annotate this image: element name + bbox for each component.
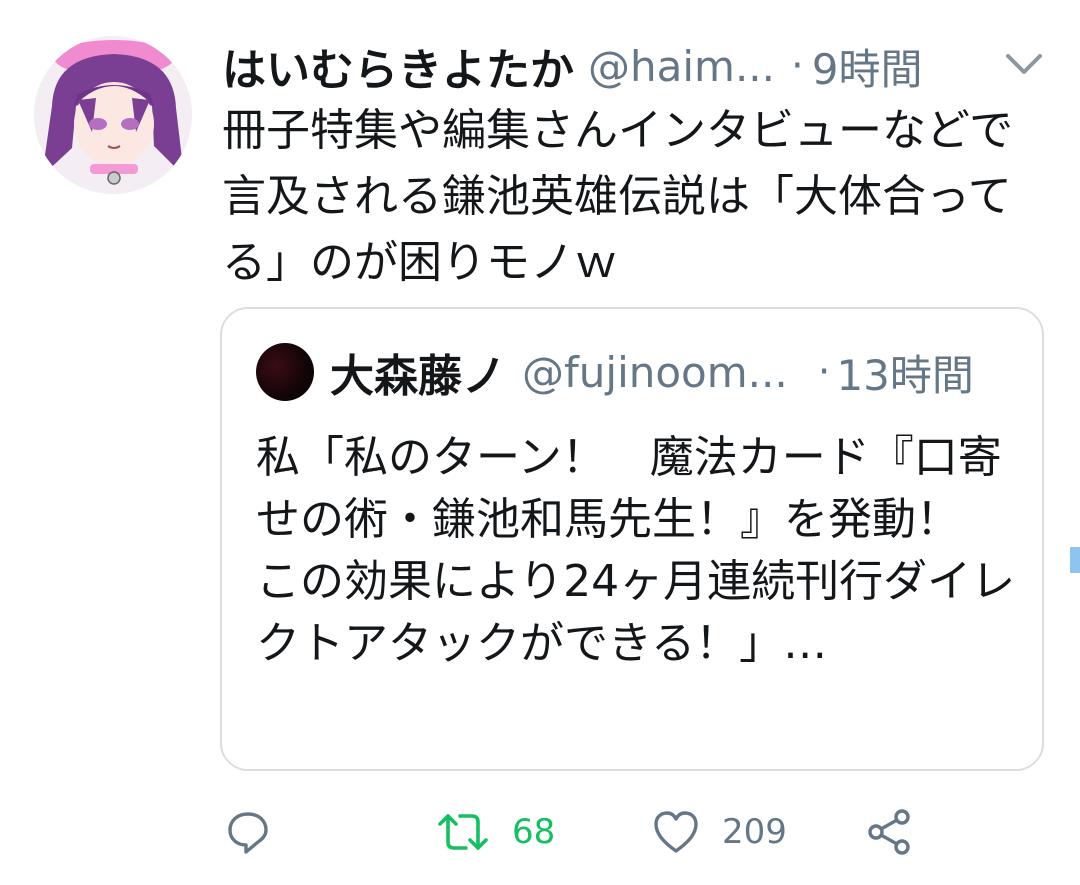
tweet-actions: 68 209 (220, 800, 920, 864)
quoted-tweet-card[interactable]: 大森藤ノ @fujinoom... · 13時間 私「私のターン！ 魔法カード『… (220, 307, 1044, 771)
quoted-tweet-timestamp: 13時間 (836, 350, 974, 400)
like-count: 209 (722, 812, 787, 852)
chevron-down-icon[interactable] (1002, 50, 1046, 80)
reply-button[interactable] (224, 800, 272, 864)
retweet-icon (436, 808, 490, 856)
quoted-author-avatar (256, 343, 314, 401)
author-name[interactable]: はいむらきよたか (222, 34, 574, 98)
scroll-indicator (1070, 547, 1080, 573)
tweet-text: 冊子特集や編集さんインタビューなどで言及される鎌池英雄伝説は「大体合ってる」のが… (222, 105, 1014, 288)
quoted-separator-dot: · (817, 349, 831, 395)
like-button[interactable]: 209 (652, 800, 787, 864)
separator-dot: · (791, 43, 804, 89)
tweet-header: はいむらきよたか @haim... · 9時間 (222, 34, 1056, 98)
share-icon (864, 807, 914, 857)
avatar-image (34, 36, 192, 194)
retweet-button[interactable]: 68 (436, 800, 555, 864)
retweet-count: 68 (512, 812, 556, 852)
quoted-author-name: 大森藤ノ (330, 351, 506, 402)
author-handle[interactable]: @haim... (588, 42, 775, 91)
share-button[interactable] (864, 800, 914, 864)
tweet-timestamp[interactable]: 9時間 (812, 36, 923, 97)
quoted-author-handle: @fujinoom... (522, 347, 788, 397)
quoted-tweet-text: 私「私のターン！ 魔法カード『口寄せの術・鎌池和馬先生！』を発動！ この効果によ… (256, 432, 1016, 669)
reply-icon (224, 808, 272, 856)
quoted-tweet-header: 大森藤ノ @fujinoom... · 13時間 (256, 341, 1012, 403)
author-avatar[interactable] (34, 36, 192, 194)
heart-icon (652, 809, 700, 855)
